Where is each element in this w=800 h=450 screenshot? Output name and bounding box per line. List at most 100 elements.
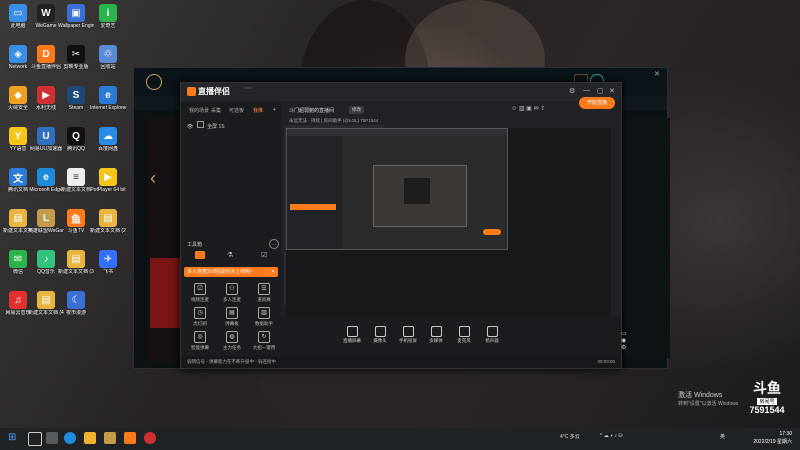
desktop-icon[interactable]: ▣Wallpaper Engine:... bbox=[58, 4, 94, 29]
version-badge bbox=[244, 87, 252, 89]
desktop-icon[interactable]: S Steam bbox=[58, 86, 94, 111]
eye-icon[interactable]: 👁 bbox=[187, 124, 193, 130]
desktop-app-icon: W bbox=[37, 4, 55, 22]
desktop-icon-label: 新建文本文档 (2) bbox=[90, 228, 126, 234]
desktop-icon[interactable]: ☁ 百度网盘 bbox=[90, 127, 126, 152]
desktop-icon-label: 夜市漫游 bbox=[65, 310, 86, 316]
weather-indicator[interactable]: 4°C 多云 bbox=[560, 433, 580, 440]
tool-item[interactable]: ◷ 虎灯刷 bbox=[185, 307, 215, 327]
tool-item[interactable]: ◎ 智能弹幕 bbox=[185, 331, 215, 351]
status-bar: 弱网信号 - 弹幕能力在不断升级中 - 弱连接中 00:00:00 bbox=[181, 356, 621, 368]
promo-banner[interactable]: 多人连麦2v2团战对决上线啦~ ✕ bbox=[184, 267, 278, 277]
nested-app-header bbox=[287, 129, 507, 136]
bottom-tool-button[interactable]: 扬声器 bbox=[479, 326, 505, 344]
taskbar: ⊞ 4°C 多云 ^ ☁ ◖ ♪ ⛁ 英 17:30 2022/2/19 星期六 bbox=[0, 428, 800, 450]
source-row[interactable]: 👁 全屏 1S bbox=[187, 121, 225, 130]
tool-item[interactable]: ⚇ 多人连麦 bbox=[217, 283, 247, 303]
edit-room-button[interactable]: 修改 bbox=[349, 106, 364, 114]
message-icon[interactable]: ✉ bbox=[534, 106, 539, 112]
game-left-panel bbox=[148, 118, 184, 362]
desktop-icon[interactable]: 鱼斗鱼TV bbox=[58, 209, 94, 234]
desktop-icon[interactable]: ▤ 新建文本文档 (3) bbox=[58, 250, 94, 275]
close-icon[interactable]: ✕ bbox=[609, 87, 615, 95]
tab-panel[interactable]: 可选板 bbox=[229, 107, 244, 114]
room-number: 7591544 bbox=[749, 405, 785, 415]
desktop-app-icon: ☁ bbox=[99, 127, 117, 145]
bottom-tool-button[interactable]: 直播屏幕 bbox=[339, 326, 365, 344]
check-tool-icon[interactable]: ☑ bbox=[261, 251, 267, 259]
streaming-app-window: 直播伴侣 ⚙ — ▢ ✕ 我的场景 采集 可选板 我推 + 👁 全屏 1S 工具… bbox=[180, 82, 627, 369]
app-icon[interactable] bbox=[144, 432, 156, 444]
tool-item[interactable]: ◍ 主力任务 bbox=[217, 331, 247, 351]
toolbox-item-icon[interactable] bbox=[195, 251, 205, 259]
tab-mine[interactable]: 我推 bbox=[253, 107, 263, 114]
desktop-icon[interactable]: Q 腾讯QQ bbox=[58, 127, 94, 152]
bottom-tool-button[interactable]: 手机投屏 bbox=[395, 326, 421, 344]
tool-icon: ☰ bbox=[258, 283, 270, 295]
tray-icons[interactable]: ^ ☁ ◖ ♪ ⛁ bbox=[600, 433, 623, 439]
mic-tool-icon[interactable]: ⚗ bbox=[227, 251, 233, 259]
file-explorer-icon[interactable] bbox=[84, 432, 96, 444]
desktop-icon-label: Steam bbox=[68, 105, 84, 111]
desktop-icon[interactable]: ☾ 夜市漫游 bbox=[58, 291, 94, 316]
tool-item[interactable]: ☰ 道具赛 bbox=[249, 283, 279, 303]
tab-capture[interactable]: 采集 bbox=[211, 107, 221, 114]
tool-item[interactable]: ⎚ 视频连麦 bbox=[185, 283, 215, 303]
desktop-app-icon: i bbox=[99, 4, 117, 22]
bottom-tool-button[interactable]: 麦克风 bbox=[451, 326, 477, 344]
tab-scene[interactable]: 我的场景 bbox=[189, 107, 209, 114]
minimize-icon[interactable]: — bbox=[583, 87, 590, 94]
clock[interactable]: 17:30 2022/2/19 星期六 bbox=[753, 430, 792, 446]
close-promo-icon[interactable]: ✕ bbox=[271, 267, 275, 277]
tool-icon: ◎ bbox=[194, 331, 206, 343]
maximize-icon[interactable]: ▢ bbox=[597, 87, 604, 95]
settings-icon[interactable]: ⚙ bbox=[569, 87, 575, 95]
desktop-icon[interactable]: ✈ 飞书 bbox=[90, 250, 126, 275]
bottom-tool-button[interactable]: 摄像头 bbox=[367, 326, 393, 344]
desktop-icon[interactable]: ♲ 回收站 bbox=[90, 45, 126, 70]
eye-icon[interactable]: ◉ bbox=[621, 338, 626, 344]
edge-icon[interactable] bbox=[64, 432, 76, 444]
gift-icon[interactable]: ▣ bbox=[526, 106, 532, 112]
search-icon[interactable] bbox=[28, 432, 42, 446]
desktop-icon[interactable]: ✂ 剪映专业版 bbox=[58, 45, 94, 70]
task-view-icon[interactable] bbox=[46, 432, 58, 444]
tool-item[interactable]: ▥ 数据助手 bbox=[249, 307, 279, 327]
desktop-app-icon: Y bbox=[9, 127, 27, 145]
game-close-icon[interactable]: ✕ bbox=[654, 70, 660, 78]
game-banner-image bbox=[150, 258, 182, 328]
language-indicator[interactable]: 英 bbox=[720, 433, 725, 440]
desktop-icon[interactable]: ≡ 新建文本文档 bbox=[58, 168, 94, 193]
camera-icon[interactable]: ▭ bbox=[621, 331, 627, 337]
bottom-tool-label: 直播屏幕 bbox=[343, 338, 361, 343]
desktop-icon[interactable]: ▤ 新建文本文档 (2) bbox=[90, 209, 126, 234]
share-icon[interactable]: ⇪ bbox=[540, 106, 545, 112]
source-label: 全屏 1S bbox=[207, 124, 225, 130]
nested-start-button bbox=[483, 229, 501, 235]
desktop-icon[interactable]: ▶ PotPlayer 64 bit bbox=[90, 168, 126, 193]
chart-icon[interactable]: ▥ bbox=[519, 106, 525, 112]
settings-icon[interactable]: ⚙ bbox=[621, 345, 626, 351]
chevron-left-icon[interactable]: ‹ bbox=[150, 168, 156, 189]
desktop-app-icon: Q bbox=[67, 127, 85, 145]
douyu-icon[interactable] bbox=[124, 432, 136, 444]
bottom-tool-button[interactable]: 多媒体 bbox=[423, 326, 449, 344]
desktop-icon-label: 回收站 bbox=[100, 64, 116, 70]
desktop-app-icon: 文 bbox=[9, 168, 27, 186]
face-icon[interactable]: ☺ bbox=[511, 106, 517, 112]
desktop-app-icon: L bbox=[37, 209, 55, 227]
nested-preview bbox=[286, 128, 611, 318]
tool-item[interactable]: ▤ 弹幕板 bbox=[217, 307, 247, 327]
windows-start-icon[interactable]: ⊞ bbox=[8, 433, 16, 443]
tool-icon: ↻ bbox=[258, 331, 270, 343]
lol-icon[interactable] bbox=[104, 432, 116, 444]
bottom-toolbar: 直播屏幕 摄像头 手机投屏 多媒体 麦克风 扬声器 ▭ ◉ ⚙ bbox=[281, 316, 627, 356]
desktop-icon[interactable]: e Internet Explorer bbox=[90, 86, 126, 111]
start-stream-button[interactable]: 开始直播 bbox=[579, 97, 615, 109]
checkbox[interactable] bbox=[196, 121, 204, 128]
desktop-icon[interactable]: i 爱奇艺 bbox=[90, 4, 126, 29]
more-icon[interactable]: … bbox=[269, 239, 279, 249]
add-tab-icon[interactable]: + bbox=[273, 107, 276, 113]
bottom-tool-icon bbox=[486, 326, 498, 337]
tool-item[interactable]: ↻ 大招一键用 bbox=[249, 331, 279, 351]
